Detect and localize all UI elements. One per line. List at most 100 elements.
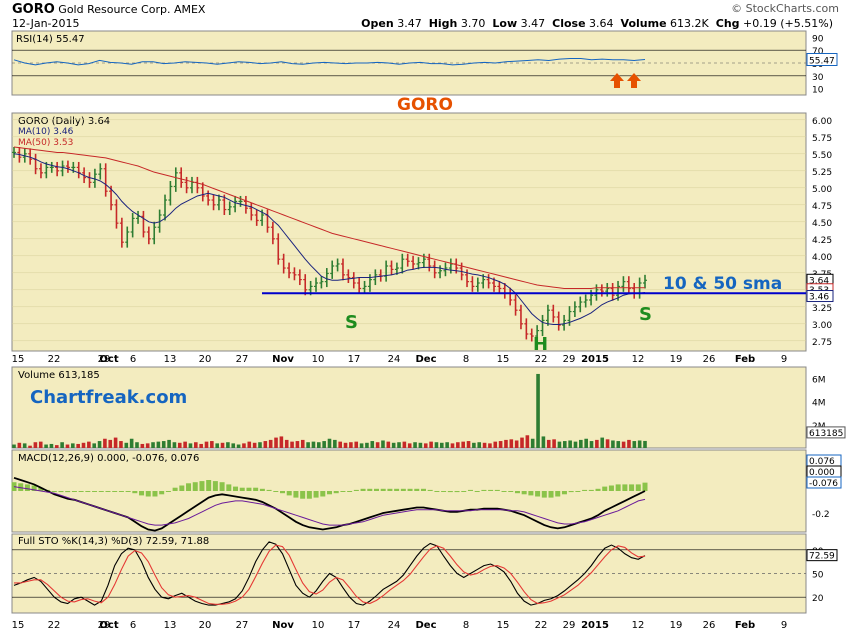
- volume-bar: [557, 441, 562, 448]
- price-tick: 3.25: [812, 304, 832, 314]
- volume-bar: [418, 442, 423, 448]
- x-tick-label: Dec: [415, 620, 436, 631]
- macd-histogram-bar: [206, 480, 212, 491]
- volume-bar: [461, 441, 465, 448]
- x-tick-label: Oct: [99, 354, 118, 365]
- rsi-tick: 30: [812, 73, 824, 83]
- macd-histogram-bar: [219, 482, 225, 491]
- x-tick-label: 29: [563, 620, 576, 631]
- volume-bar: [108, 439, 113, 448]
- x-tick-label: 2015: [581, 354, 609, 365]
- volume-bar: [450, 443, 455, 448]
- x-tick-label: 20: [199, 620, 212, 631]
- macd-histogram-bar: [327, 491, 332, 495]
- macd-histogram-bar: [380, 488, 386, 491]
- volume-bar: [589, 441, 594, 448]
- x-tick-label: 26: [703, 354, 716, 365]
- macd-histogram-bar: [602, 486, 608, 491]
- macd-histogram-bar: [635, 484, 641, 491]
- macd-histogram-bar: [548, 491, 554, 498]
- volume-bar: [643, 440, 647, 448]
- x-tick-label: Feb: [735, 354, 755, 365]
- volume-bar: [579, 439, 583, 448]
- volume-bar: [600, 437, 605, 448]
- volume-bar: [38, 441, 43, 448]
- x-tick-label: 19: [670, 620, 683, 631]
- x-tick-label: Feb: [735, 620, 755, 631]
- macd-histogram-bar: [568, 491, 574, 493]
- macd-histogram-bar: [508, 491, 514, 492]
- volume-bar: [530, 438, 535, 448]
- legend-ma50: MA(50) 3.53: [18, 138, 73, 148]
- volume-bar: [140, 443, 145, 448]
- x-tick-label: 22: [535, 354, 548, 365]
- macd-histogram-bar: [595, 488, 601, 491]
- macd-histogram-bar: [259, 488, 265, 491]
- volume-bar: [637, 440, 642, 448]
- macd-histogram-bar: [165, 491, 171, 492]
- macd-histogram-bar: [467, 489, 473, 491]
- x-tick-label: 12: [632, 354, 645, 365]
- price-tick: 5.25: [812, 168, 832, 178]
- macd-histogram-bar: [192, 482, 198, 491]
- x-axis-bottom: 15 22 29Oct 6 13 20 27 Nov 10 17 24 Dec 8 15 22 29 2015 1…: [12, 620, 788, 631]
- volume-bar: [466, 441, 471, 448]
- volume-bar: [541, 436, 546, 448]
- annot-goro: GORO: [397, 95, 453, 115]
- macd-histogram-bar: [407, 488, 413, 491]
- price-tick: 5.50: [812, 151, 832, 161]
- volume-bar: [423, 443, 428, 448]
- volume-bar: [210, 441, 214, 448]
- volume-bar: [242, 443, 246, 448]
- rsi-tick: 10: [812, 86, 824, 96]
- x-tick-label: 15: [12, 354, 25, 365]
- macd-histogram-bar: [132, 491, 138, 494]
- macd-histogram-bar: [78, 491, 84, 492]
- volume-bar: [338, 441, 342, 448]
- volume-bar: [595, 439, 599, 448]
- volume-bar: [456, 442, 460, 448]
- x-tick-label: 26: [703, 620, 716, 631]
- volume-bar: [76, 443, 80, 448]
- volume-bar: [562, 441, 567, 448]
- macd-last-label: -0.076: [809, 479, 838, 489]
- x-tick-label: 12: [632, 620, 645, 631]
- price-title: GORO (Daily) 3.64: [18, 116, 110, 127]
- volume-bar: [33, 442, 38, 448]
- x-tick-label: 17: [348, 620, 361, 631]
- volume-bar: [247, 441, 252, 448]
- macd-histogram-bar: [179, 485, 185, 491]
- volume-bar: [97, 441, 102, 448]
- rsi-last-label: 55.47: [809, 56, 835, 66]
- x-axis-top: 15 22 29Oct 6 13 20 27 Nov 10 17 24 Dec 8 15 22 29 2015 1…: [12, 354, 788, 365]
- sto-title: Full STO %K(14,3) %D(3) 72.59, 71.88: [18, 536, 209, 547]
- volume-bar: [488, 443, 492, 448]
- volume-bar: [391, 442, 396, 448]
- sto-tick: 20: [812, 594, 824, 604]
- x-tick-label: 24: [388, 620, 401, 631]
- chart-page: GORO Gold Resource Corp. AMEX 12-Jan-201…: [0, 0, 847, 634]
- volume-bar: [370, 441, 375, 448]
- x-tick-label: 9: [781, 354, 787, 365]
- volume-bar: [199, 443, 203, 448]
- macd-histogram-bar: [333, 491, 339, 494]
- macd-histogram-bar: [226, 484, 232, 491]
- volume-bar: [375, 442, 380, 448]
- volume-bar: [215, 443, 220, 448]
- volume-bar: [87, 441, 91, 448]
- volume-bar: [183, 441, 187, 448]
- volume-bar: [284, 439, 289, 448]
- volume-bar: [627, 439, 631, 448]
- volume-bar: [172, 442, 177, 448]
- volume-bar: [290, 441, 294, 448]
- volume-bar: [226, 442, 230, 448]
- volume-bar: [568, 440, 572, 448]
- x-tick-label: 10: [312, 620, 325, 631]
- x-tick-label: 13: [164, 620, 177, 631]
- macd-histogram-bar: [615, 484, 621, 491]
- macd-histogram-bar: [629, 484, 635, 491]
- macd-histogram-bar: [92, 491, 98, 492]
- volume-bar: [333, 439, 337, 448]
- volume-bar: [536, 373, 540, 448]
- macd-histogram-bar: [514, 491, 520, 494]
